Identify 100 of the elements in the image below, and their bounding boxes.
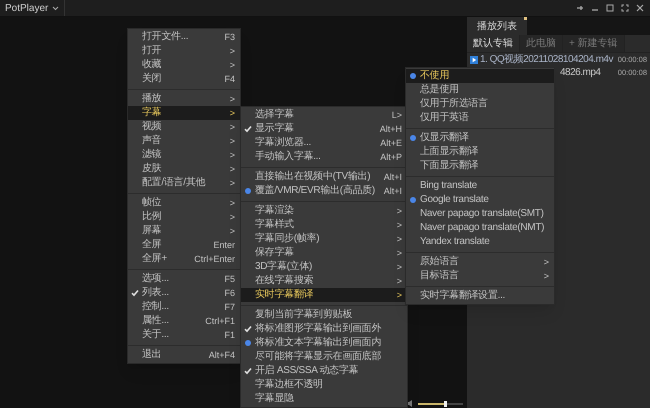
menu-item[interactable]: Yandex translate [406,235,554,249]
pin-icon[interactable] [576,4,584,12]
menu-item[interactable]: 上面显示翻译 [406,145,554,159]
menu-item[interactable]: 列表... F6 [128,286,240,300]
menu-item[interactable]: 字幕浏览器... Alt+E [241,136,407,150]
album-tab[interactable]: + 新建专辑 [563,35,625,52]
menu-item[interactable]: 尽可能将字幕显示在画面底部 [241,350,407,364]
menu-item[interactable]: 开启 ASS/SSA 动态字幕 [241,364,407,378]
menu-item[interactable]: 退出 Alt+F4 [128,348,240,362]
menu-item[interactable]: 选择字幕 L> [241,108,407,122]
menu-item[interactable]: 不使用 [406,69,554,83]
menu-item[interactable]: 视频 > [128,120,240,134]
menu-item[interactable]: 全屏 Enter [128,238,240,252]
menu-item[interactable]: 比例 > [128,210,240,224]
menu-item-label: 下面显示翻译 [420,161,480,171]
app-menu-button[interactable]: PotPlayer [0,0,66,16]
menu-item-label: 列表... [142,288,170,298]
close-icon[interactable] [636,4,644,12]
menu-item[interactable]: 声音 > [128,134,240,148]
menu-item-label: 字幕同步(帧率) [255,234,320,244]
menu-item[interactable]: Naver papago translate(NMT) [406,221,554,235]
menu-item[interactable]: 属性... Ctrl+F1 [128,314,240,328]
album-tab[interactable]: 此电脑 [520,35,563,52]
menu-item[interactable]: 仅用于所选语言 [406,97,554,111]
fullscreen-icon[interactable] [621,4,629,12]
menu-item-label: 字幕显隐 [255,394,295,404]
menu-item[interactable]: Google translate [406,193,554,207]
menu-item[interactable]: 复制当前字幕到剪贴板 [241,308,407,322]
shortcut-text: > [396,290,402,300]
menu-item-label: Naver papago translate(SMT) [420,209,545,219]
shortcut-text: Ctrl+F1 [205,316,235,326]
menu-item[interactable]: 屏幕 > [128,224,240,238]
menu-item[interactable]: 字幕同步(帧率) > [241,232,407,246]
menu-item[interactable]: 3D字幕(立体) > [241,260,407,274]
shortcut-text: Enter [213,240,235,250]
playlist-tab[interactable]: 播放列表 [467,17,527,35]
shortcut-text: Alt+I [384,186,402,196]
menu-item-label: 退出 [142,350,162,360]
menu-item-label: 尽可能将字幕显示在画面底部 [255,352,382,362]
menu-item-label: 字幕样式 [255,220,295,230]
shortcut-text: > [230,136,235,146]
menu-item-label: 关闭 [142,74,162,84]
menu-item-label: 滤镜 [142,150,162,160]
menu-item[interactable]: 帧位 > [128,196,240,210]
menu-item[interactable]: 配置/语言/其他 > [128,176,240,190]
menu-item-label: 仅用于所选语言 [420,99,489,109]
menu-item[interactable]: 打开文件... F3 [128,30,240,44]
menu-item[interactable]: Bing translate [406,179,554,193]
menu-item[interactable]: 总是使用 [406,83,554,97]
menu-item[interactable]: 皮肤 > [128,162,240,176]
menu-item[interactable]: 关闭 F4 [128,72,240,86]
caret-icon [52,6,60,10]
menu-item-label: 打开文件... [142,32,190,42]
menu-item[interactable]: 保存字幕 > [241,246,407,260]
menu-item[interactable]: 下面显示翻译 [406,159,554,173]
menu-item[interactable]: 覆盖/VMR/EVR输出(高品质) Alt+I [241,184,407,198]
menu-item[interactable]: 原始语言 > [406,255,554,269]
menu-item-label: 将标准图形字幕输出到画面外 [255,324,382,334]
menu-item-label: 直接输出在视频中(TV输出) [255,172,372,182]
menu-item[interactable]: 选项... F5 [128,272,240,286]
menu-item[interactable]: 将标准文本字幕输出到画面内 [241,336,407,350]
menu-item[interactable]: 显示字幕 Alt+H [241,122,407,136]
shortcut-text: > [396,234,402,244]
menu-item[interactable]: 字幕渲染 > [241,204,407,218]
menu-item[interactable]: 字幕样式 > [241,218,407,232]
menu-item-label: 选项... [142,274,170,284]
menu-item[interactable]: 在线字幕搜索 > [241,274,407,288]
menu-item[interactable]: Naver papago translate(SMT) [406,207,554,221]
file-name: 1. QQ视频20211028104204.m4v [480,52,614,67]
shortcut-text: F6 [224,288,235,298]
menu-item-label: 在线字幕搜索 [255,276,314,286]
menu-item[interactable]: 字幕显隐 [241,392,407,406]
menu-item[interactable]: 打开 > [128,44,240,58]
shortcut-text: Alt+F4 [208,350,235,360]
menu-item[interactable]: 手动输入字幕... Alt+P [241,150,407,164]
menu-item-label: 配置/语言/其他 [142,178,206,188]
shortcut-text: > [396,276,402,286]
menu-item[interactable]: 控制... F7 [128,300,240,314]
menu-item[interactable]: 全屏+ Ctrl+Enter [128,252,240,266]
menu-item-label: Yandex translate [420,237,491,247]
menu-item[interactable]: 滤镜 > [128,148,240,162]
menu-item[interactable]: 目标语言 > [406,269,554,283]
menu-item[interactable]: 实时字幕翻译设置... [406,289,554,303]
menu-item[interactable]: 实时字幕翻译 > [241,288,407,302]
menu-item-label: 字幕 [142,108,162,118]
menu-item[interactable]: 直接输出在视频中(TV输出) Alt+I [241,170,407,184]
menu-item[interactable]: 收藏 > [128,58,240,72]
shortcut-text: F4 [224,74,235,84]
menu-item[interactable]: 仅显示翻译 [406,131,554,145]
menu-item[interactable]: 字幕 > [128,106,240,120]
shortcut-text: > [230,122,235,132]
menu-item-label: 屏幕 [142,226,162,236]
menu-item[interactable]: 仅用于英语 [406,111,554,125]
shortcut-text: > [230,164,235,174]
menu-item[interactable]: 关于... F1 [128,328,240,342]
menu-item[interactable]: 字幕边框不透明 [241,378,407,392]
menu-item[interactable]: 将标准图形字幕输出到画面外 [241,322,407,336]
maximize-icon[interactable] [606,4,614,12]
shortcut-text: L> [392,110,402,120]
menu-item[interactable]: 播放 > [128,92,240,106]
